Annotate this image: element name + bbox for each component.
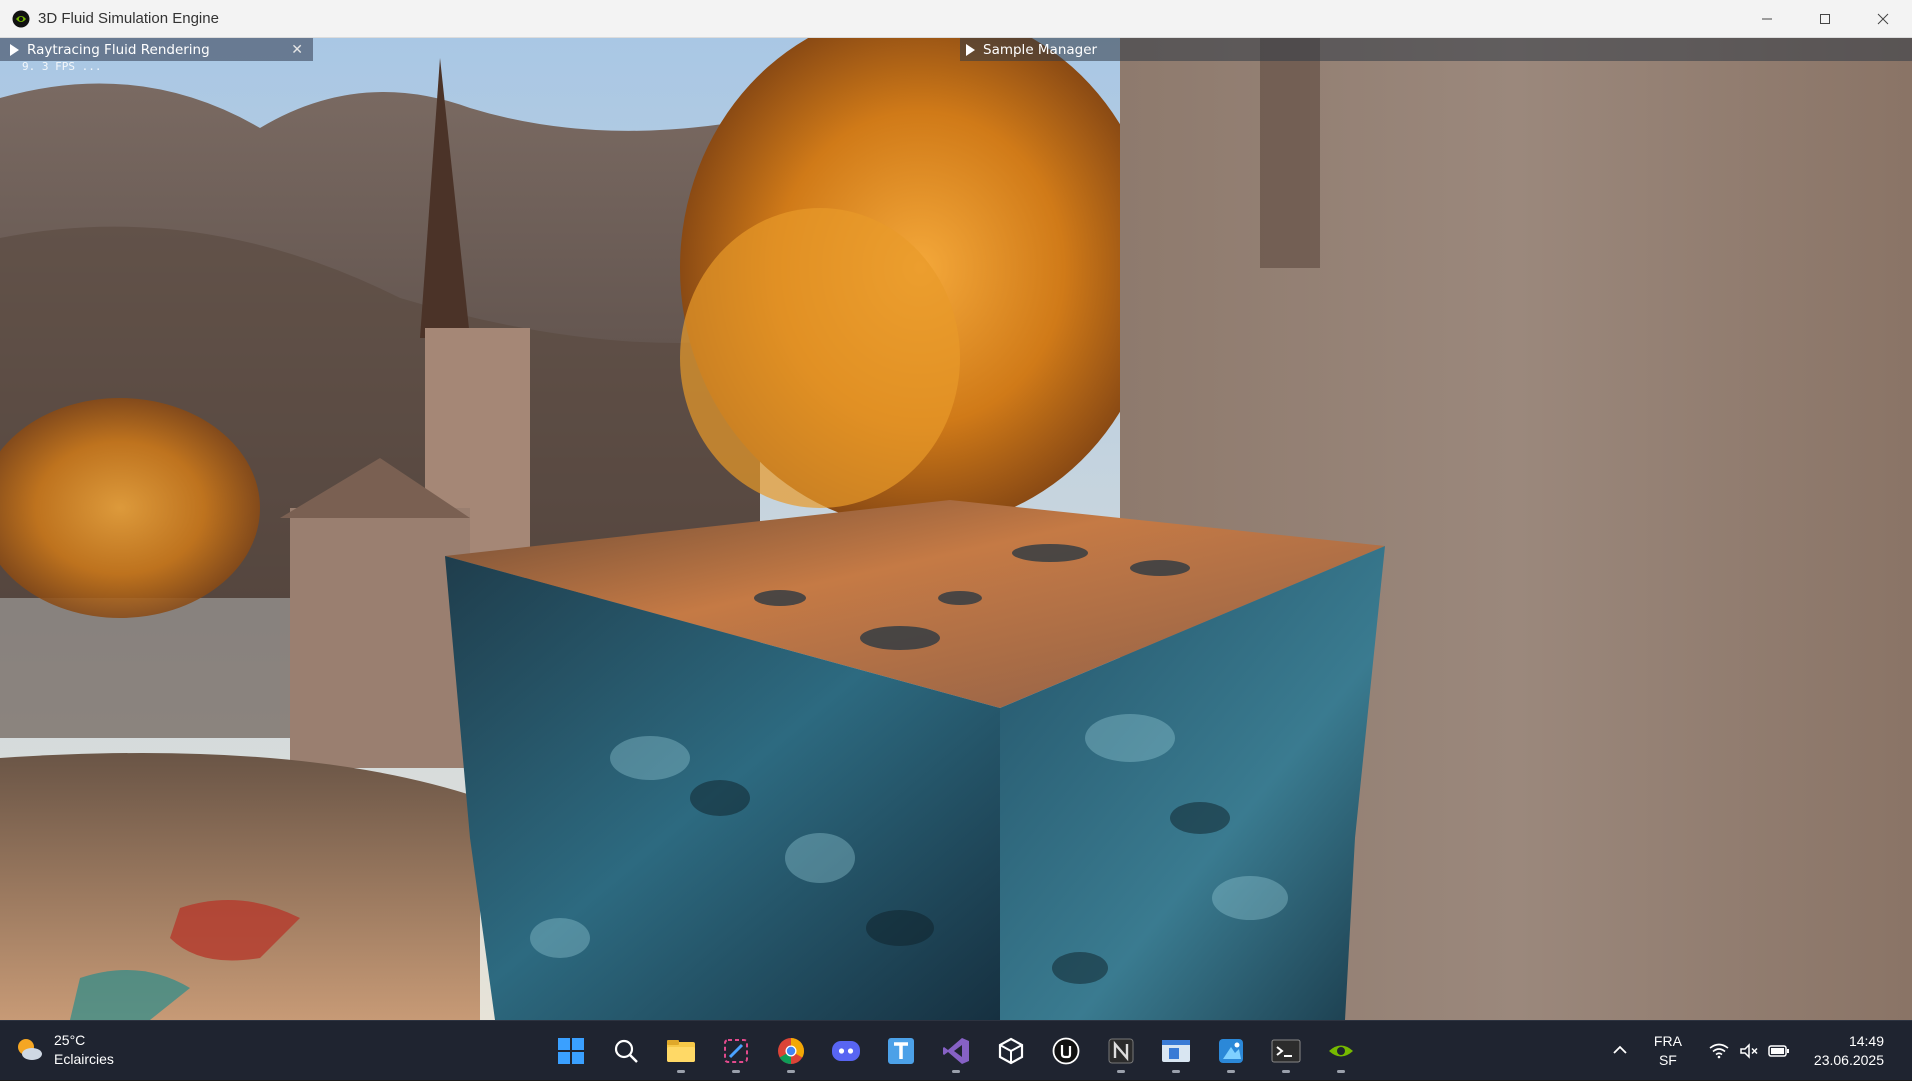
panel-sample-manager[interactable]: Sample Manager (960, 38, 1912, 61)
minimize-icon (1762, 18, 1772, 20)
battery-icon[interactable] (1768, 1040, 1790, 1062)
running-indicator (1172, 1070, 1180, 1073)
chrome-icon[interactable] (768, 1029, 814, 1073)
system-tray: FRA SF 14:49 23.06.2025 (1612, 1021, 1898, 1081)
render-viewport[interactable]: Raytracing Fluid Rendering ✕ 9. 3 FPS ..… (0, 38, 1912, 1020)
panel-title: Sample Manager (983, 41, 1098, 58)
chevron-up-icon[interactable] (1612, 1042, 1628, 1060)
clock-date: 23.06.2025 (1813, 1052, 1884, 1068)
clock[interactable]: 14:49 23.06.2025 (1814, 1032, 1884, 1070)
weather-condition: Eclaircies (54, 1051, 114, 1067)
triangle-right-icon[interactable] (10, 43, 19, 56)
partly-sunny-icon (18, 1039, 42, 1060)
paint-icon[interactable] (1208, 1029, 1254, 1073)
fluid-render-scene[interactable] (0, 38, 1912, 1020)
running-indicator (1227, 1070, 1235, 1073)
triangle-right-icon[interactable] (966, 43, 975, 56)
nvidia-icon (12, 10, 30, 27)
notion-icon[interactable] (1098, 1029, 1144, 1073)
terminal-icon[interactable] (1263, 1029, 1309, 1073)
fps-readout: 9. 3 FPS ... (22, 60, 102, 73)
wifi-icon[interactable] (1708, 1040, 1730, 1062)
close-button[interactable] (1854, 0, 1912, 38)
language-indicator[interactable]: FRA SF (1654, 1032, 1682, 1070)
language-code: FRA (1653, 1033, 1682, 1049)
panel-title: Raytracing Fluid Rendering (27, 41, 210, 58)
file-explorer-icon[interactable] (658, 1029, 704, 1073)
running-indicator (1282, 1070, 1290, 1073)
running-indicator (1117, 1070, 1125, 1073)
weather-temperature: 25°C (54, 1032, 86, 1048)
maximize-icon (1820, 14, 1830, 24)
windows-start-icon[interactable] (548, 1029, 594, 1073)
close-icon (1877, 13, 1889, 25)
running-indicator (1337, 1070, 1345, 1073)
running-indicator (677, 1070, 685, 1073)
typora-icon[interactable] (878, 1029, 924, 1073)
running-indicator (732, 1070, 740, 1073)
window-title: 3D Fluid Simulation Engine (38, 10, 219, 27)
maximize-button[interactable] (1796, 0, 1854, 38)
running-indicator (787, 1070, 795, 1073)
minimize-button[interactable] (1738, 0, 1796, 38)
title-bar: 3D Fluid Simulation Engine (0, 0, 1912, 38)
discord-icon[interactable] (823, 1029, 869, 1073)
close-icon[interactable]: ✕ (291, 42, 303, 58)
visual-studio-icon[interactable] (933, 1029, 979, 1073)
search-icon[interactable] (603, 1029, 649, 1073)
clock-time: 14:49 (1848, 1033, 1884, 1049)
app-window-icon[interactable] (1153, 1029, 1199, 1073)
unity-icon[interactable] (988, 1029, 1034, 1073)
weather-widget[interactable]: 25°C Eclaircies (14, 1031, 114, 1069)
snipping-tool-icon[interactable] (713, 1029, 759, 1073)
keyboard-layout: SF (1658, 1052, 1677, 1068)
speaker-muted-icon[interactable] (1738, 1040, 1760, 1062)
unreal-engine-icon[interactable] (1043, 1029, 1089, 1073)
nvidia-icon[interactable] (1318, 1029, 1364, 1073)
panel-raytracing-fluid-rendering[interactable]: Raytracing Fluid Rendering ✕ (0, 38, 313, 61)
running-indicator (952, 1070, 960, 1073)
taskbar: 25°C Eclaircies FRA SF 14:49 23.06.2025 (0, 1020, 1912, 1080)
taskbar-app-list (548, 1029, 1373, 1073)
